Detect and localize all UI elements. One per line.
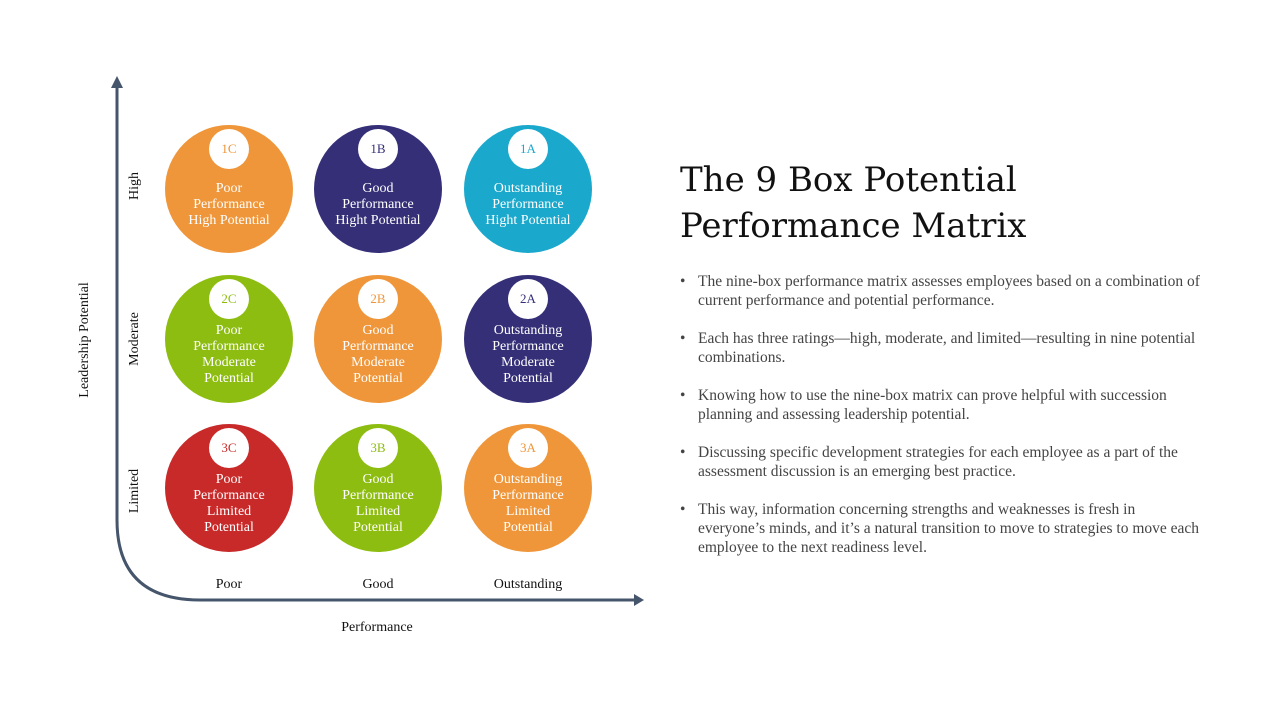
cell-label: Good Performance Limited Potential: [342, 468, 414, 540]
bullet-item: • Discussing specific development strateg…: [680, 443, 1200, 481]
cell-label-line: Outstanding: [493, 181, 563, 196]
matrix-cell-3b: 3B Good Performance Limited Potential: [314, 424, 442, 552]
cell-label: Good Performance Moderate Potential: [342, 319, 414, 391]
bullet-icon: •: [680, 387, 686, 404]
cell-label-line: Performance: [342, 197, 414, 212]
cell-code-badge: 3C: [209, 428, 249, 468]
cell-label-line: Good: [362, 323, 394, 338]
matrix-cell-1a: 1A Outstanding Performance Hight Potential: [464, 125, 592, 253]
cell-label-line: Good: [362, 472, 394, 487]
x-axis-title: Performance: [341, 620, 413, 635]
bullet-item: • Knowing how to use the nine-box matrix …: [680, 386, 1200, 424]
cell-label-line: Moderate: [202, 355, 256, 370]
matrix-cell-1c: 1C Poor Performance High Potential: [165, 125, 293, 253]
cell-code-badge: 3A: [508, 428, 548, 468]
cell-label-line: Performance: [492, 197, 564, 212]
x-level-good: Good: [362, 577, 394, 592]
matrix-cell-3c: 3C Poor Performance Limited Potential: [165, 424, 293, 552]
matrix-cell-1b: 1B Good Performance Hight Potential: [314, 125, 442, 253]
bullet-list: • The nine-box performance matrix assesse…: [680, 272, 1200, 576]
cell-label-line: Poor: [215, 323, 243, 338]
bullet-text: Discussing specific development strategi…: [698, 444, 1178, 480]
cell-code-badge: 1C: [209, 129, 249, 169]
cell-label-line: Poor: [215, 472, 243, 487]
bullet-item: • This way, information concerning streng…: [680, 500, 1200, 557]
x-level-outstanding: Outstanding: [493, 577, 563, 592]
cell-label-line: Moderate: [351, 355, 405, 370]
cell-code-badge: 1B: [358, 129, 398, 169]
bullet-text: Each has three ratings—high, moderate, a…: [698, 330, 1196, 366]
y-axis-arrow-icon: [111, 76, 123, 88]
cell-label-line: Good: [362, 181, 394, 196]
cell-label-line: Outstanding: [493, 472, 563, 487]
matrix-cell-2b: 2B Good Performance Moderate Potential: [314, 275, 442, 403]
title-line-1: The 9 Box Potential: [680, 160, 1017, 200]
y-level-moderate: Moderate: [127, 312, 142, 366]
bullet-icon: •: [680, 444, 686, 461]
cell-label-line: Performance: [193, 339, 265, 354]
cell-code-badge: 2C: [209, 279, 249, 319]
x-level-poor: Poor: [215, 577, 243, 592]
matrix-cell-3a: 3A Outstanding Performance Limited Potential: [464, 424, 592, 552]
page-title: The 9 Box Potential Performance Matrix: [680, 157, 1200, 249]
cell-label-line: Hight Potential: [335, 213, 421, 228]
cell-label-line: Limited: [505, 504, 551, 519]
matrix-cell-2c: 2C Poor Performance Moderate Potential: [165, 275, 293, 403]
bullet-text: The nine-box performance matrix assesses…: [698, 273, 1200, 309]
cell-label: Outstanding Performance Hight Potential: [485, 169, 570, 241]
cell-code-badge: 2B: [358, 279, 398, 319]
cell-label-line: Potential: [503, 520, 553, 535]
bullet-item: • The nine-box performance matrix assesse…: [680, 272, 1200, 310]
bullet-icon: •: [680, 330, 686, 347]
cell-label-line: Potential: [353, 520, 403, 535]
cell-label-line: Potential: [204, 520, 254, 535]
cell-label-line: Potential: [353, 371, 403, 386]
cell-label: Poor Performance Limited Potential: [193, 468, 265, 540]
bullet-icon: •: [680, 501, 686, 518]
cell-label-line: Performance: [342, 488, 414, 503]
cell-label-line: Performance: [492, 339, 564, 354]
cell-code-badge: 1A: [508, 129, 548, 169]
cell-label-line: Moderate: [501, 355, 555, 370]
y-level-high: High: [127, 172, 142, 200]
cell-label-line: Hight Potential: [485, 213, 571, 228]
bullet-icon: •: [680, 273, 686, 290]
cell-label-line: Performance: [193, 488, 265, 503]
title-line-2: Performance Matrix: [680, 206, 1027, 246]
cell-label-line: Performance: [492, 488, 564, 503]
bullet-text: Knowing how to use the nine-box matrix c…: [698, 387, 1167, 423]
matrix-cell-2a: 2A Outstanding Performance Moderate Potentia…: [464, 275, 592, 403]
cell-label-line: Limited: [355, 504, 401, 519]
y-axis-title: Leadership Potential: [77, 282, 92, 398]
cell-label: Outstanding Performance Limited Potential: [492, 468, 564, 540]
cell-label-line: Potential: [503, 371, 553, 386]
cell-code-badge: 2A: [508, 279, 548, 319]
cell-label-line: Performance: [193, 197, 265, 212]
cell-label: Good Performance Hight Potential: [335, 169, 420, 241]
cell-label-line: Outstanding: [493, 323, 563, 338]
cell-label-line: Performance: [342, 339, 414, 354]
cell-code-badge: 3B: [358, 428, 398, 468]
cell-label-line: Limited: [206, 504, 252, 519]
cell-label: Outstanding Performance Moderate Potential: [492, 319, 564, 391]
x-axis-arrow-icon: [634, 594, 644, 606]
cell-label-line: Potential: [204, 371, 254, 386]
cell-label-line: High Potential: [188, 213, 270, 228]
bullet-text: This way, information concerning strengt…: [698, 501, 1200, 556]
cell-label: Poor Performance Moderate Potential: [193, 319, 265, 391]
cell-label-line: Poor: [215, 181, 243, 196]
y-level-limited: Limited: [127, 468, 142, 514]
bullet-item: • Each has three ratings—high, moderate, …: [680, 329, 1200, 367]
cell-label: Poor Performance High Potential: [188, 169, 269, 241]
